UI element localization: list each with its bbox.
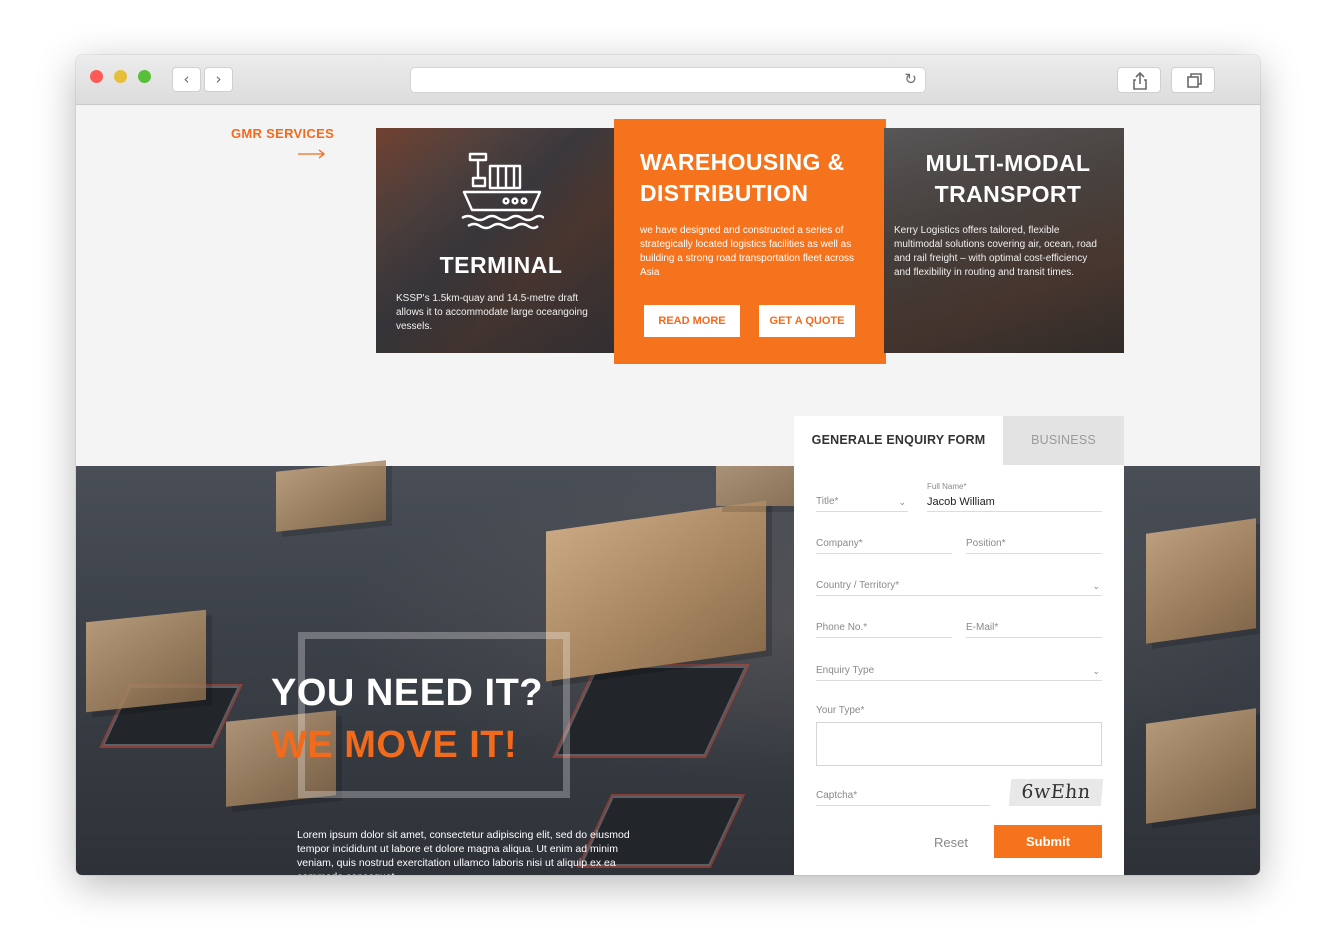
company-label: Company* bbox=[816, 538, 863, 549]
page-content: GMR SERVICES TERMINAL KSSP's 1.5km-quay … bbox=[76, 105, 1260, 875]
submit-button[interactable]: Submit bbox=[994, 825, 1102, 858]
hero-paragraph: Lorem ipsum dolor sit amet, consectetur … bbox=[297, 829, 630, 875]
captcha-label: Captcha* bbox=[816, 790, 858, 801]
title-select[interactable]: Title* ⌄ bbox=[816, 490, 908, 512]
enquiry-type-select[interactable]: Enquiry Type ⌄ bbox=[816, 659, 1102, 681]
country-select[interactable]: Country / Territory* ⌄ bbox=[816, 574, 1102, 596]
fullname-label: Full Name* bbox=[927, 482, 967, 491]
terminal-card[interactable]: TERMINAL KSSP's 1.5km-quay and 14.5-metr… bbox=[376, 128, 616, 353]
back-button[interactable]: ‹ bbox=[172, 67, 201, 92]
warehousing-title-line1: WAREHOUSING & bbox=[640, 149, 845, 175]
services-label: GMR SERVICES bbox=[231, 126, 335, 141]
chevron-left-icon: ‹ bbox=[183, 70, 190, 88]
warehousing-title: WAREHOUSING & DISTRIBUTION bbox=[640, 147, 880, 209]
chevron-down-icon: ⌄ bbox=[1092, 582, 1100, 592]
enquiry-type-label: Enquiry Type bbox=[816, 665, 875, 676]
chevron-right-icon: › bbox=[215, 70, 222, 88]
multimodal-title-line2: TRANSPORT bbox=[934, 181, 1082, 207]
multimodal-title: MULTI-MODAL TRANSPORT bbox=[884, 148, 1124, 210]
position-label: Position* bbox=[966, 538, 1006, 549]
maximize-window-button[interactable] bbox=[138, 70, 151, 83]
chevron-down-icon: ⌄ bbox=[1092, 667, 1100, 677]
tabs-button[interactable] bbox=[1171, 67, 1215, 93]
phone-label: Phone No.* bbox=[816, 622, 868, 633]
read-more-button[interactable]: READ MORE bbox=[644, 305, 740, 337]
your-type-textarea[interactable] bbox=[816, 722, 1102, 766]
enquiry-form: GENERALE ENQUIRY FORM BUSINESS Title* ⌄ … bbox=[794, 416, 1124, 875]
browser-window: ‹ › ↻ GMR SERVICES TERMINAL KSSP's 1.5km… bbox=[76, 55, 1260, 875]
tab-business[interactable]: BUSINESS bbox=[1003, 416, 1124, 465]
terminal-title: TERMINAL bbox=[439, 252, 563, 278]
multimodal-title-line1: MULTI-MODAL bbox=[925, 150, 1091, 176]
your-type-label: Your Type* bbox=[816, 705, 865, 716]
cardboard-box bbox=[1146, 708, 1256, 824]
cardboard-box bbox=[86, 609, 206, 713]
multimodal-card[interactable]: MULTI-MODAL TRANSPORT Kerry Logistics of… bbox=[884, 128, 1124, 353]
browser-toolbar: ‹ › ↻ bbox=[76, 55, 1260, 105]
warehousing-title-line2: DISTRIBUTION bbox=[640, 180, 809, 206]
warehousing-card[interactable]: WAREHOUSING & DISTRIBUTION we have desig… bbox=[614, 119, 886, 364]
company-field[interactable]: Company* bbox=[816, 532, 952, 554]
warehousing-description: we have designed and constructed a serie… bbox=[640, 225, 855, 278]
share-icon bbox=[1133, 71, 1147, 90]
arrow-right-icon[interactable] bbox=[298, 149, 326, 159]
hero-frame bbox=[298, 632, 570, 798]
email-field[interactable]: E-Mail* bbox=[966, 616, 1102, 638]
reset-button[interactable]: Reset bbox=[934, 835, 968, 850]
phone-field[interactable]: Phone No.* bbox=[816, 616, 952, 638]
email-label: E-Mail* bbox=[966, 622, 999, 633]
forward-button[interactable]: › bbox=[204, 67, 233, 92]
get-quote-button[interactable]: GET A QUOTE bbox=[759, 305, 855, 337]
address-bar[interactable]: ↻ bbox=[410, 67, 926, 93]
close-window-button[interactable] bbox=[90, 70, 103, 83]
minimize-window-button[interactable] bbox=[114, 70, 127, 83]
cardboard-box bbox=[276, 460, 386, 532]
reload-icon[interactable]: ↻ bbox=[904, 70, 917, 88]
fullname-value: Jacob William bbox=[927, 496, 995, 508]
cardboard-box bbox=[546, 500, 766, 682]
share-button[interactable] bbox=[1117, 67, 1161, 93]
position-field[interactable]: Position* bbox=[966, 532, 1102, 554]
tabs-icon bbox=[1187, 73, 1202, 88]
title-label: Title* bbox=[816, 496, 839, 507]
captcha-field[interactable]: Captcha* bbox=[816, 784, 990, 806]
cardboard-box bbox=[1146, 518, 1256, 644]
fullname-field[interactable]: Full Name* Jacob William bbox=[927, 482, 1102, 512]
terminal-description: KSSP's 1.5km-quay and 14.5-metre draft a… bbox=[396, 293, 588, 332]
country-label: Country / Territory* bbox=[816, 580, 900, 591]
tab-general-enquiry[interactable]: GENERALE ENQUIRY FORM bbox=[794, 416, 1003, 465]
hero-headline-line1: YOU NEED IT? bbox=[271, 672, 544, 714]
hero-headline-line2: WE MOVE IT! bbox=[271, 724, 518, 766]
chevron-down-icon: ⌄ bbox=[898, 498, 906, 508]
conveyor-pad bbox=[555, 666, 747, 756]
multimodal-description: Kerry Logistics offers tailored, flexibl… bbox=[894, 225, 1097, 278]
captcha-image: 6wEhn bbox=[1008, 779, 1104, 806]
cargo-ship-icon bbox=[461, 152, 544, 230]
